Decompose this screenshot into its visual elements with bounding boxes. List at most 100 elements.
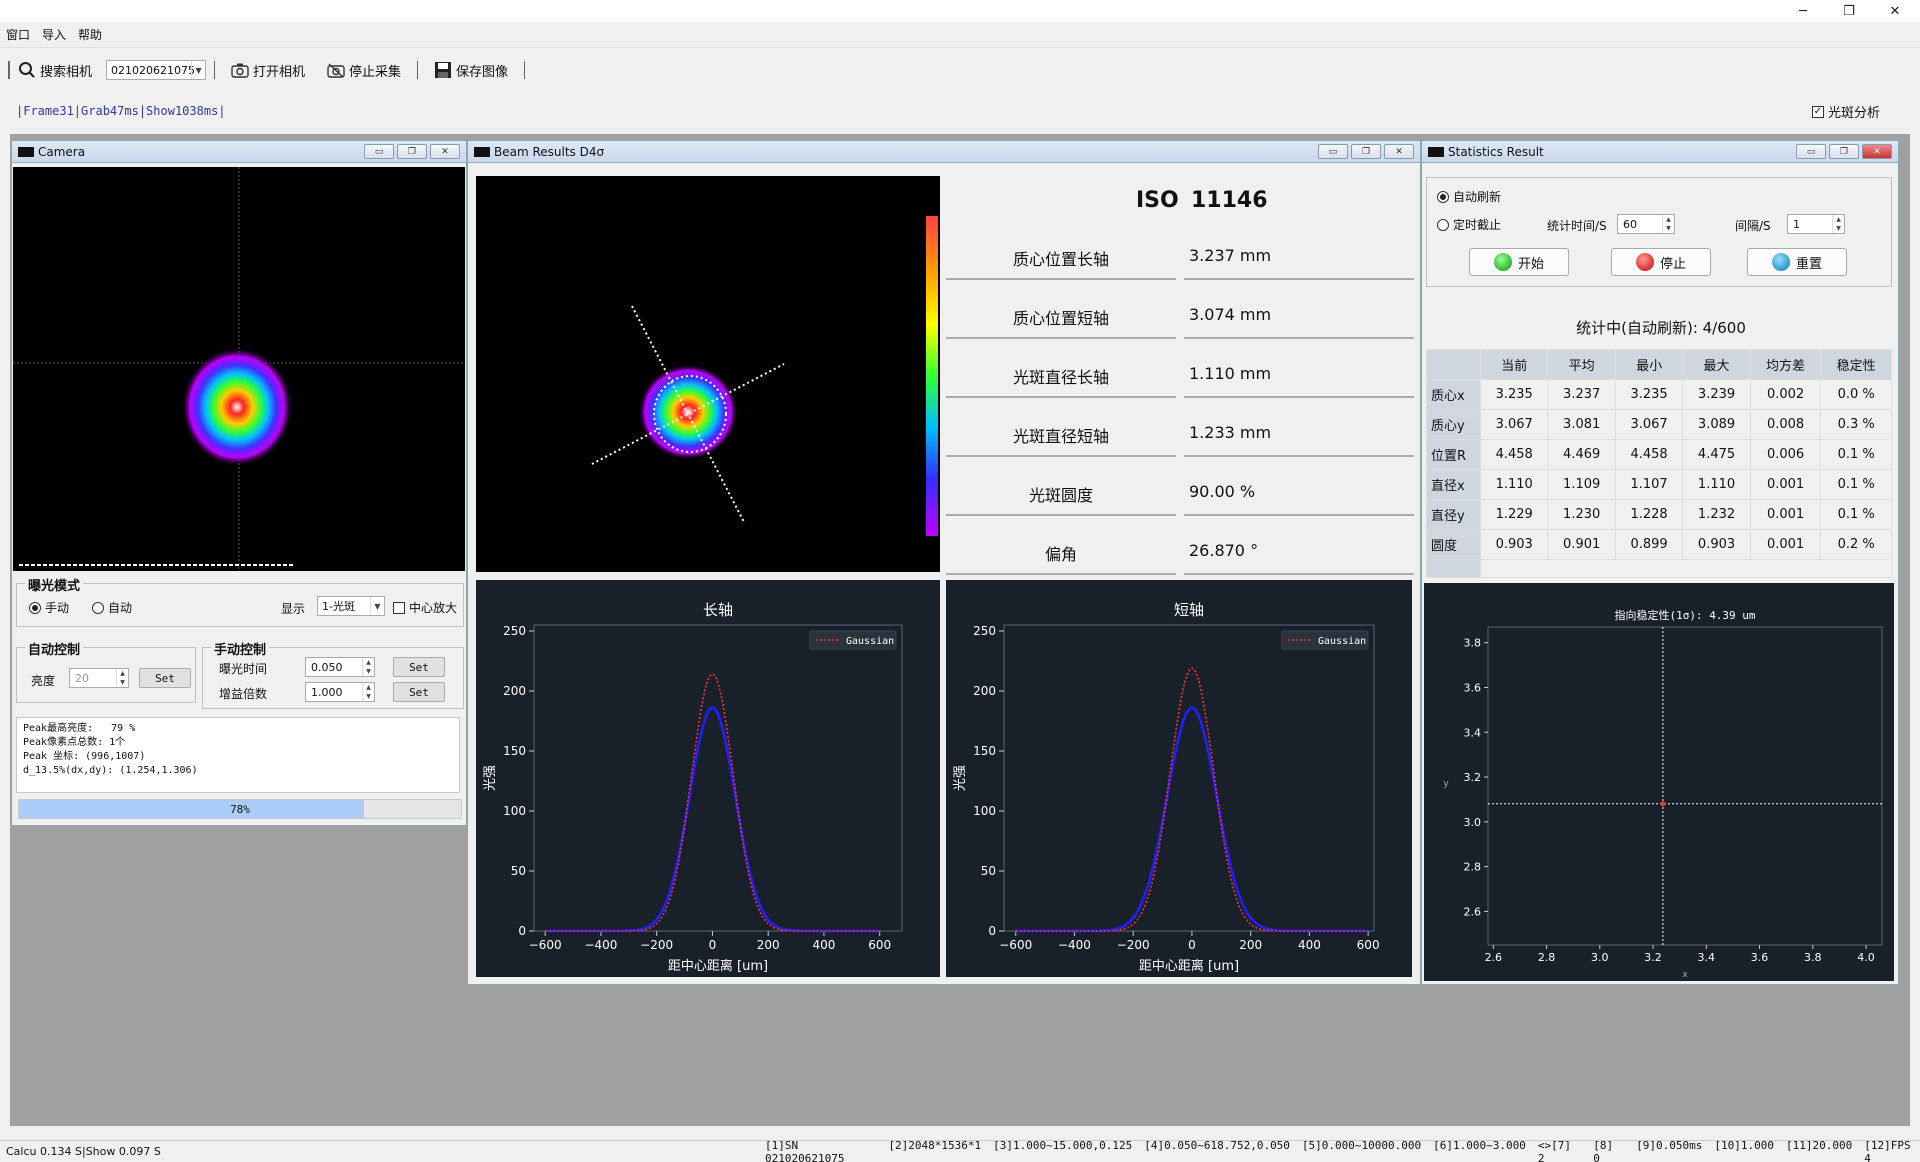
panel-close-button[interactable]: ✕ (430, 144, 460, 159)
panel-close-button[interactable]: ✕ (1384, 144, 1414, 159)
row-divider (1184, 573, 1414, 575)
stat-time-value: 60 (1623, 217, 1637, 231)
exposure-time-input[interactable]: 0.050 ▲ ▼ (305, 657, 375, 677)
panel-close-button[interactable]: ✕ (1862, 144, 1892, 159)
peak-coordinate-text: Peak 坐标: (996,1007) (23, 751, 146, 762)
stop-capture-button[interactable]: 停止采集 (319, 57, 409, 83)
manual-radio[interactable]: 手动 (29, 599, 69, 616)
auto-label: 自动 (108, 601, 133, 615)
close-button[interactable]: ✕ (1872, 0, 1918, 22)
beam-result-label: 质心位置短轴 (1012, 309, 1109, 328)
y-tick-label: 0 (518, 924, 526, 938)
exposure-set-button[interactable]: Set (393, 657, 445, 677)
menu-help[interactable]: 帮助 (78, 26, 102, 43)
spot-analysis-checkbox[interactable]: ✓ 光斑分析 (1812, 102, 1880, 121)
empty-row (1426, 559, 1892, 578)
x-tick-label: 600 (868, 938, 891, 952)
x-tick-label: 2.6 (1485, 951, 1503, 964)
x-tick-label: 600 (1357, 938, 1380, 952)
statistics-panel: Statistics Result ▭ ❐ ✕ 自动刷新 定时截止 统计时间/S… (1421, 140, 1899, 985)
statistics-table: 当前 平均 最小 最大 均方差 稳定性 质心x 3.235 3.237 3.235 3.239 0.… (1426, 349, 1892, 578)
legend-label: Gaussian (846, 636, 894, 647)
interval-label: 间隔/S (1735, 219, 1771, 233)
gain-set-button[interactable]: Set (393, 682, 445, 702)
x-tick-label: −400 (1058, 938, 1091, 952)
restore-button[interactable]: ❐ (1826, 0, 1872, 22)
panel-maximize-button[interactable]: ❐ (397, 144, 427, 159)
series-line-1 (1015, 706, 1369, 933)
statistics-progress-text: 统计中(自动刷新): 4/600 (1576, 319, 1746, 337)
beam-image (591, 216, 938, 536)
stop-button[interactable]: 停止 (1611, 248, 1711, 276)
table-cell: 3.089 (1682, 409, 1751, 440)
brightness-set-button[interactable]: Set (139, 668, 191, 688)
window-icon (18, 146, 34, 157)
gain-value: 1.000 (311, 685, 343, 699)
y-tick-label: 3.4 (1464, 726, 1482, 739)
status-bar: Calcu 0.134 S|Show 0.097 S [1]SN 0210206… (0, 1138, 1920, 1162)
interval-input[interactable]: 1 ▲ ▼ (1787, 214, 1845, 234)
reset-button[interactable]: 重置 (1747, 248, 1847, 276)
table-cell: 3.067 (1614, 409, 1684, 440)
menu-import[interactable]: 导入 (42, 26, 66, 43)
table-cell: 3.067 (1479, 409, 1549, 440)
open-camera-button[interactable]: 打开相机 (223, 57, 313, 83)
auto-refresh-radio[interactable]: 自动刷新 (1437, 188, 1501, 205)
y-axis-label: 光强 (483, 765, 498, 791)
beam-image-view[interactable] (476, 176, 940, 572)
table-cell: 4.458 (1479, 439, 1549, 470)
display-select[interactable]: 1-光斑 ▼ (317, 596, 385, 616)
gain-input[interactable]: 1.000 ▲ ▼ (305, 682, 375, 702)
y-tick-label: 3.2 (1464, 771, 1482, 784)
column-header: 当前 (1479, 349, 1549, 380)
camera-panel-titlebar: Camera ▭ ❐ ✕ (12, 141, 466, 163)
table-cell: 0.001 (1749, 499, 1822, 530)
stat-time-label: 统计时间/S (1547, 219, 1607, 233)
row-divider (1184, 455, 1414, 457)
panel-minimize-button[interactable]: ▭ (364, 144, 394, 159)
status-item: [8] 0 (1593, 1138, 1614, 1162)
timed-stop-radio[interactable]: 定时截止 (1437, 216, 1501, 233)
row-divider (1184, 396, 1414, 398)
beam-result-value: 3.074 mm (1189, 305, 1272, 324)
beam-results-title: Beam Results D4σ (494, 144, 605, 159)
menu-window[interactable]: 窗口 (6, 26, 30, 43)
table-cell (1480, 559, 1892, 578)
panel-maximize-button[interactable]: ❐ (1351, 144, 1381, 159)
panel-minimize-button[interactable]: ▭ (1318, 144, 1348, 159)
table-row: 质心x 3.235 3.237 3.235 3.239 0.002 0.0 % (1426, 379, 1892, 410)
search-icon (19, 62, 35, 78)
display-label: 显示 (281, 602, 306, 616)
brightness-value: 20 (75, 671, 89, 685)
save-image-button[interactable]: 保存图像 (426, 57, 516, 83)
minor-axis-chart-svg: 短轴 −600 −400 −200 0 200 400 600 0 50 100 150 200 250 距… (953, 601, 1380, 974)
panel-minimize-button[interactable]: ▭ (1796, 144, 1826, 159)
statistics-body: 质心x 3.235 3.237 3.235 3.239 0.002 0.0 % 质心y 3.06… (1426, 379, 1892, 578)
row-header: 位置R (1426, 439, 1481, 470)
toolbar-separator (524, 61, 526, 79)
auto-radio[interactable]: 自动 (92, 599, 132, 616)
stat-time-input[interactable]: 60 ▲ ▼ (1617, 214, 1675, 234)
table-cell: 0.903 (1479, 529, 1549, 560)
table-cell: 0.903 (1682, 529, 1751, 560)
minimize-button[interactable]: ─ (1780, 0, 1826, 22)
manual-control-group: 手动控制 曝光时间 0.050 ▲ ▼ Set 增益倍数 1.000 ▲ ▼ Set (202, 639, 464, 709)
window-icon (1428, 146, 1444, 157)
panel-maximize-button[interactable]: ❐ (1829, 144, 1859, 159)
start-button[interactable]: 开始 (1469, 248, 1569, 276)
camera-serial-select[interactable]: 021020621075 ▼ (106, 60, 207, 80)
camera-view[interactable] (13, 167, 465, 571)
table-cell: 0.0 % (1820, 379, 1892, 410)
y-tick-label: 250 (503, 624, 526, 638)
brightness-input[interactable]: 20 ▲ ▼ (69, 668, 129, 688)
x-tick-label: 2.8 (1538, 951, 1556, 964)
center-zoom-checkbox[interactable]: 中心放大 (393, 599, 457, 616)
table-cell: 3.235 (1479, 379, 1549, 410)
search-camera-button[interactable]: 搜索相机 (10, 57, 100, 83)
minor-axis-chart: 短轴 −600 −400 −200 0 200 400 600 0 50 100 150 200 250 距… (946, 580, 1412, 977)
pointing-stability-chart-svg: 指向稳定性(1σ): 4.39 um 2.6 2.8 3.0 3.2 3.4 3.6 3.8 4… (1443, 608, 1883, 980)
progress-bar: 78% (18, 799, 462, 819)
y-tick-label: 2.8 (1464, 861, 1482, 874)
table-cell: 0.1 % (1820, 439, 1892, 470)
y-tick-label: 200 (503, 684, 526, 698)
